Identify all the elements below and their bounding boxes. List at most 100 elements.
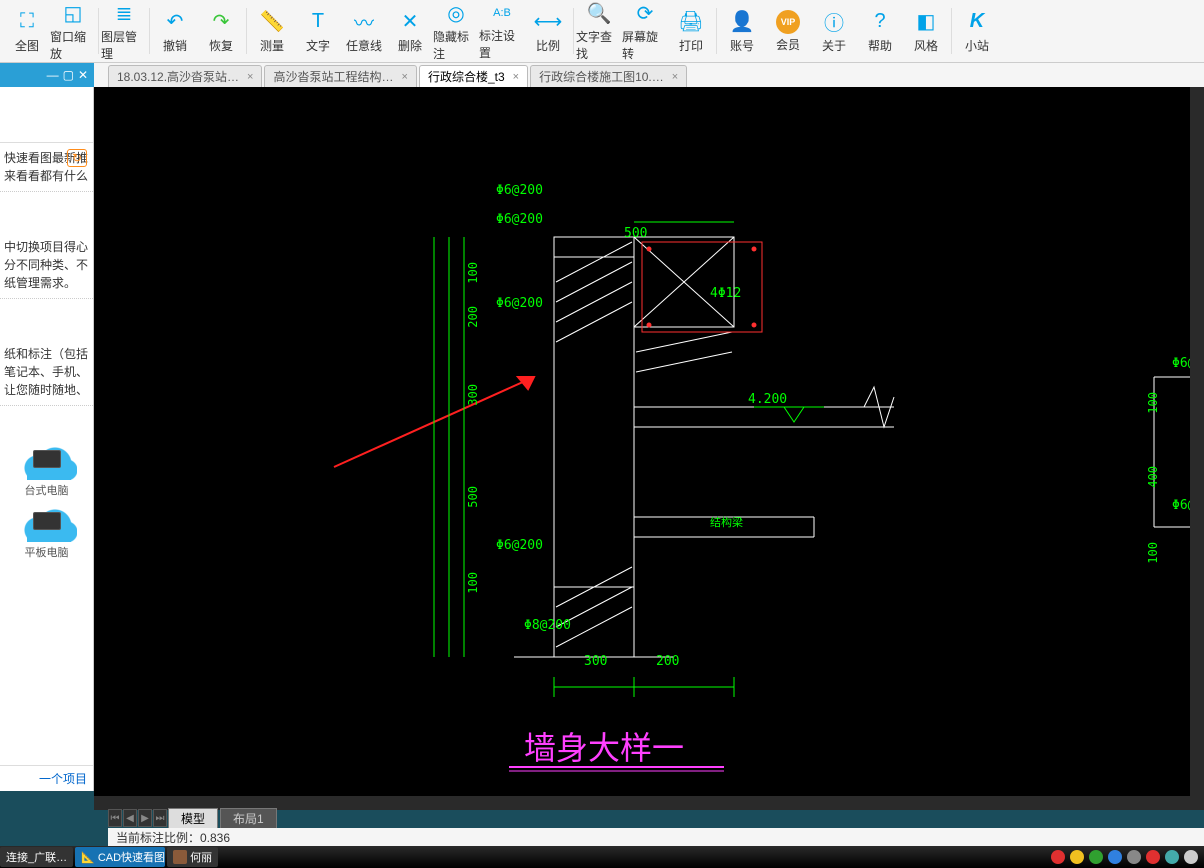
tray-icon[interactable] bbox=[1070, 850, 1084, 864]
restore-icon[interactable]: ▢ bbox=[63, 68, 74, 82]
tool-redo[interactable]: ↷恢复 bbox=[198, 1, 244, 61]
tool-rotate[interactable]: ⟳屏幕旋转 bbox=[622, 1, 668, 61]
dim-annotation: Φ6@200 bbox=[496, 183, 543, 198]
search-icon: 🔍 bbox=[586, 1, 612, 26]
nav-prev-icon[interactable]: ◀ bbox=[123, 809, 137, 827]
tab-label: 布局1 bbox=[233, 812, 264, 826]
dim-annotation: Φ8@200 bbox=[524, 618, 571, 633]
tool-print[interactable]: 🖨 打印 bbox=[668, 1, 714, 61]
separator bbox=[573, 8, 574, 54]
minimize-icon[interactable]: — bbox=[47, 68, 59, 82]
tool-help[interactable]: ?帮助 bbox=[857, 1, 903, 61]
side-panel: ↻ 快速看图最新推 来看看都有什么 中切换项目得心 分不同种类、不 纸管理需求。… bbox=[0, 87, 94, 791]
tool-text[interactable]: T文字 bbox=[295, 1, 341, 61]
task-item[interactable]: 何丽 bbox=[167, 847, 218, 867]
tool-annosettings[interactable]: A:B标注设置 bbox=[479, 1, 525, 61]
tool-layers[interactable]: ≣图层管理 bbox=[101, 1, 147, 61]
close-tab-icon[interactable]: × bbox=[513, 71, 519, 83]
tool-label: 文字查找 bbox=[576, 28, 622, 62]
footer-text: 一个项目 bbox=[39, 772, 87, 786]
dim-vertical: 400 bbox=[1146, 466, 1160, 488]
tool-label: 全图 bbox=[15, 37, 39, 54]
nav-next-icon[interactable]: ▶ bbox=[138, 809, 152, 827]
tool-label: 标注设置 bbox=[479, 27, 525, 61]
task-item[interactable]: 连接_广联… bbox=[0, 847, 73, 867]
tray-icon[interactable] bbox=[1108, 850, 1122, 864]
tool-label: 恢复 bbox=[209, 37, 233, 54]
hideanno-icon: ◎ bbox=[443, 1, 469, 26]
tray-icon[interactable] bbox=[1089, 850, 1103, 864]
rotate-icon: ⟳ bbox=[632, 1, 658, 26]
tab-label: 高沙沓泵站工程结构… bbox=[273, 68, 393, 85]
nav-first-icon[interactable]: ⏮ bbox=[108, 809, 122, 827]
dim-vertical: 300 bbox=[466, 384, 480, 406]
tool-style[interactable]: ◧风格 bbox=[903, 1, 949, 61]
tool-fullview[interactable]: ⛶全图 bbox=[4, 1, 50, 61]
refresh-icon[interactable]: ↻ bbox=[67, 149, 87, 167]
dim-vertical: 100 bbox=[466, 262, 480, 284]
tray-icon[interactable] bbox=[1184, 850, 1198, 864]
tool-label: 账号 bbox=[730, 37, 754, 54]
tab-label: 行政综合楼施工图10.… bbox=[539, 68, 664, 85]
side-text-block: 纸和标注（包括 笔记本、手机、 让您随时随地、 bbox=[0, 339, 93, 406]
tool-about[interactable]: ⓘ关于 bbox=[811, 1, 857, 61]
device-tablet[interactable]: 平板电脑 bbox=[0, 508, 93, 560]
annotation-layer: Φ6@200Φ6@200Φ6@200Φ6@200Φ8@2005004Φ124.2… bbox=[94, 87, 1204, 810]
side-footer-link[interactable]: 一个项目 bbox=[0, 765, 93, 791]
scale-icon: ⟷ bbox=[535, 9, 561, 35]
separator bbox=[951, 8, 952, 54]
device-label: 平板电脑 bbox=[25, 544, 69, 560]
separator bbox=[716, 8, 717, 54]
close-icon[interactable]: ✕ bbox=[78, 68, 88, 82]
tray-icon[interactable] bbox=[1127, 850, 1141, 864]
close-tab-icon[interactable]: × bbox=[247, 71, 253, 83]
dim-vertical: 100 bbox=[1146, 392, 1160, 414]
dim-annotation: 4.200 bbox=[748, 392, 787, 407]
tool-delete[interactable]: ✕删除 bbox=[387, 1, 433, 61]
tool-polyline[interactable]: 〰任意线 bbox=[341, 1, 387, 61]
tool-hideanno[interactable]: ◎隐藏标注 bbox=[433, 1, 479, 61]
help-icon: ? bbox=[867, 9, 893, 35]
tool-measure[interactable]: 📏测量 bbox=[249, 1, 295, 61]
dim-vertical: 200 bbox=[466, 306, 480, 328]
dim-annotation: 500 bbox=[624, 226, 647, 241]
tab-label: 18.03.12.高沙沓泵站… bbox=[117, 68, 239, 85]
scrollbar-vertical[interactable] bbox=[1190, 87, 1204, 810]
close-tab-icon[interactable]: × bbox=[402, 71, 408, 83]
tray-icon[interactable] bbox=[1165, 850, 1179, 864]
layout-tabs: ⏮ ◀ ▶ ⏭ 模型 布局1 bbox=[108, 808, 279, 828]
doc-tab-active[interactable]: 行政综合楼_t3× bbox=[419, 65, 528, 87]
tool-findtext[interactable]: 🔍文字查找 bbox=[576, 1, 622, 61]
drawing-canvas[interactable]: 墙身大样一 Φ6@200Φ6@200Φ6@200Φ6@200Φ8@2005004… bbox=[94, 87, 1204, 810]
tray-icon[interactable] bbox=[1051, 850, 1065, 864]
tray-icon[interactable] bbox=[1146, 850, 1160, 864]
print-icon: 🖨 bbox=[678, 9, 704, 35]
tool-label: 打印 bbox=[679, 37, 703, 54]
tool-account[interactable]: 👤账号 bbox=[719, 1, 765, 61]
tool-label: 会员 bbox=[776, 36, 800, 53]
doc-tab[interactable]: 18.03.12.高沙沓泵站… × bbox=[108, 65, 262, 87]
tool-site[interactable]: K小站 bbox=[954, 1, 1000, 61]
nav-last-icon[interactable]: ⏭ bbox=[153, 809, 167, 827]
tool-label: 测量 bbox=[260, 37, 284, 54]
device-label: 台式电脑 bbox=[25, 482, 69, 498]
close-tab-icon[interactable]: × bbox=[672, 71, 678, 83]
k-icon: K bbox=[964, 9, 990, 35]
doc-tab[interactable]: 行政综合楼施工图10.… × bbox=[530, 65, 687, 87]
tool-label: 撤销 bbox=[163, 37, 187, 54]
status-text: 当前标注比例：0.836 bbox=[116, 831, 230, 845]
delete-icon: ✕ bbox=[397, 9, 423, 35]
doc-tab[interactable]: 高沙沓泵站工程结构… × bbox=[264, 65, 416, 87]
tool-vip[interactable]: VIP 会员 bbox=[765, 1, 811, 61]
separator bbox=[149, 8, 150, 54]
dim-annotation: Φ6@200 bbox=[496, 538, 543, 553]
device-desktop[interactable]: 台式电脑 bbox=[0, 446, 93, 498]
task-item-active[interactable]: 📐CAD快速看图 - F… bbox=[75, 847, 165, 867]
cloud-icon bbox=[17, 508, 77, 542]
tool-zoomwindow[interactable]: ◱窗口缩放 bbox=[50, 1, 96, 61]
tool-scale[interactable]: ⟷比例 bbox=[525, 1, 571, 61]
vip-icon: VIP bbox=[776, 10, 800, 34]
layout-tab-layout1[interactable]: 布局1 bbox=[220, 808, 277, 829]
tool-undo[interactable]: ↶撤销 bbox=[152, 1, 198, 61]
layout-tab-model[interactable]: 模型 bbox=[168, 808, 218, 829]
